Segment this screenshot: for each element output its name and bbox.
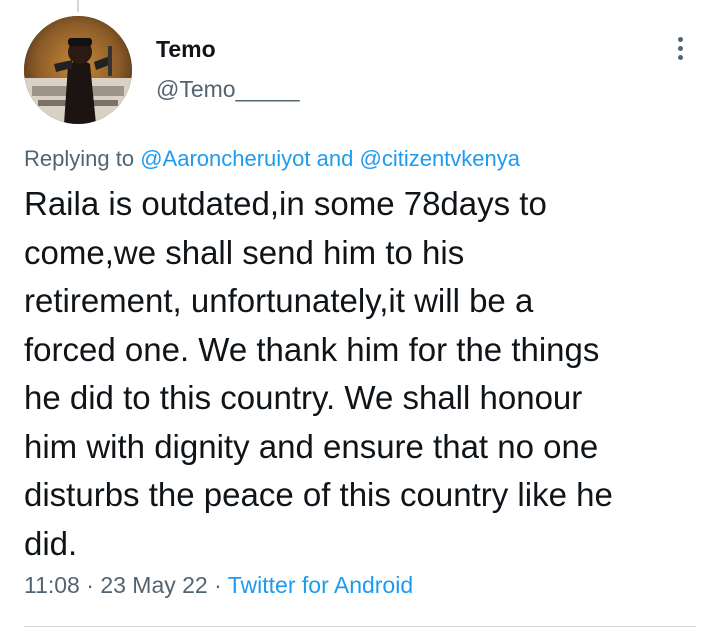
replying-to-line: Replying to @Aaroncheruiyot and @citizen… [24,146,520,172]
tweet-time[interactable]: 11:08 [24,572,80,598]
divider [24,626,696,627]
tweet-date[interactable]: 23 May 22 [100,572,207,598]
more-options-icon[interactable] [664,32,696,64]
thread-connector-line [77,0,79,12]
user-display-name[interactable]: Temo [156,36,216,63]
mention-conjunction: and [316,146,354,171]
meta-separator: · [214,572,222,598]
user-handle[interactable]: @Temo_____ [156,76,300,103]
tweet-source-link[interactable]: Twitter for Android [228,572,413,598]
avatar[interactable] [24,16,132,124]
mention-link-citizentvkenya[interactable]: @citizentvkenya [359,146,520,171]
more-dot [677,45,683,51]
tweet-text: Raila is outdated,in some 78days to come… [24,185,613,562]
mention-link-aaroncheruiyot[interactable]: @Aaroncheruiyot [140,146,310,171]
tweet-meta: 11:08 · 23 May 22 · Twitter for Android [24,572,413,599]
more-dot [677,54,683,60]
replying-to-label: Replying to [24,146,135,171]
meta-separator: · [86,572,94,598]
more-dot [677,36,683,42]
avatar-photo [24,16,132,124]
